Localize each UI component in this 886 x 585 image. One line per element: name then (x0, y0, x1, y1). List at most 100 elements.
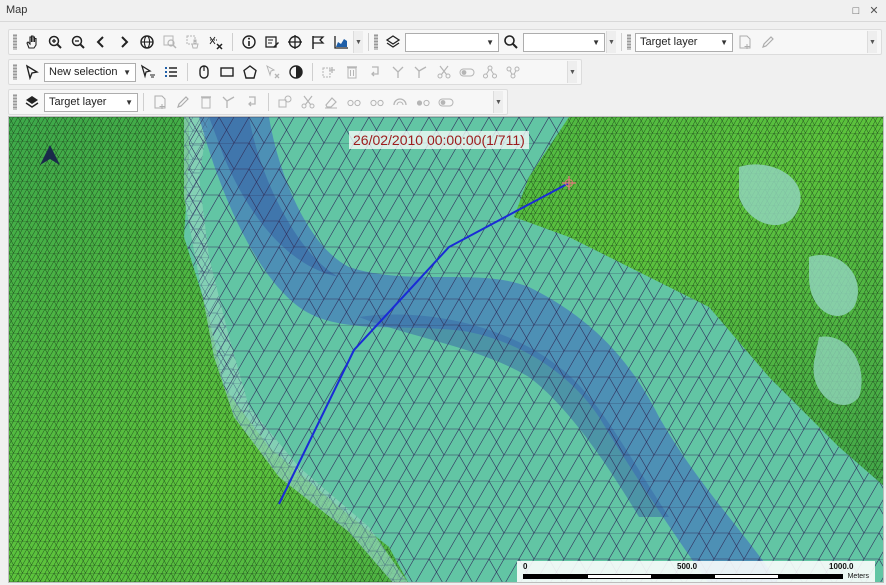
flag-icon (312, 36, 325, 49)
zoom-in-icon (48, 35, 62, 49)
toolbar-grip[interactable] (13, 34, 17, 50)
toolbar-overflow-3[interactable]: ▼ (867, 31, 877, 53)
list-icon (165, 67, 177, 77)
coordinate-button[interactable] (284, 31, 306, 53)
edit-feature-button[interactable] (757, 31, 779, 53)
toolbar-grip[interactable] (627, 34, 631, 50)
node-edit-button[interactable] (479, 61, 501, 83)
zoom-layer-icon (163, 35, 177, 49)
vertex-button-2[interactable] (366, 91, 388, 113)
cut-polygon-button[interactable] (297, 91, 319, 113)
chevron-right-icon (121, 36, 129, 48)
clear-selection-button[interactable] (205, 31, 227, 53)
zoom-selection-icon (186, 35, 199, 49)
merge-points-button[interactable] (412, 91, 434, 113)
eraser-button[interactable] (320, 91, 342, 113)
undo-edit-button[interactable] (241, 91, 263, 113)
select-features-button[interactable] (21, 61, 43, 83)
north-arrow-icon (37, 143, 63, 170)
arc-button[interactable] (389, 91, 411, 113)
reshape-button[interactable] (274, 91, 296, 113)
info-icon (242, 35, 256, 49)
search-button[interactable] (500, 31, 522, 53)
select-by-rectangle-button[interactable] (216, 61, 238, 83)
scale-label: 1000.0 (829, 562, 854, 571)
chevron-down-icon: ▼ (720, 37, 728, 47)
toolbar-overflow-2[interactable]: ▼ (606, 31, 616, 53)
toolbar-overflow-4[interactable]: ▼ (567, 61, 577, 83)
arc-icon (393, 98, 407, 106)
new-feature-button[interactable] (734, 31, 756, 53)
toggle-edit-button[interactable] (435, 91, 457, 113)
pan-button[interactable] (21, 31, 43, 53)
new-document-icon (739, 35, 751, 49)
selection-mode-select[interactable]: New selection ▼ (44, 62, 136, 82)
map-canvas[interactable]: 26/02/2010 00:00:00(1/711) 0 500.0 1000.… (8, 116, 884, 583)
undo-icon (371, 66, 379, 77)
undo-button[interactable] (364, 61, 386, 83)
zoom-in-button[interactable] (44, 31, 66, 53)
chart-button[interactable] (330, 31, 352, 53)
modify-feature-button[interactable] (172, 91, 194, 113)
edit-layer-button[interactable] (21, 91, 43, 113)
split-feature-button[interactable] (218, 91, 240, 113)
toggle-button[interactable] (456, 61, 478, 83)
polygon-icon (243, 65, 257, 79)
chevron-down-icon: ▼ (486, 37, 494, 47)
cut-button[interactable] (433, 61, 455, 83)
toolbar-grip[interactable] (13, 94, 17, 110)
node-link-button[interactable] (502, 61, 524, 83)
layer-select[interactable]: ▼ (405, 32, 499, 52)
full-extent-button[interactable] (136, 31, 158, 53)
scale-bar-segments (523, 574, 843, 579)
vertex-icon (347, 99, 361, 107)
identify-button[interactable] (238, 31, 260, 53)
toolbar-grip[interactable] (13, 64, 17, 80)
edit-form-icon (265, 36, 279, 48)
scale-label: 0 (523, 562, 528, 571)
toggle-icon (438, 98, 454, 107)
create-feature-button[interactable] (149, 91, 171, 113)
layers-icon (385, 35, 401, 48)
toolbar-overflow-1[interactable]: ▼ (353, 31, 363, 53)
rectangle-icon (220, 67, 234, 77)
previous-extent-button[interactable] (90, 31, 112, 53)
copy-features-button[interactable] (318, 61, 340, 83)
layers-button[interactable] (382, 31, 404, 53)
zoom-to-selection-button[interactable] (182, 31, 204, 53)
merge-vertex-button[interactable] (387, 61, 409, 83)
target-layer-select[interactable]: Target layer ▼ (635, 32, 733, 52)
select-by-polygon-button[interactable] (239, 61, 261, 83)
pencil-icon (762, 36, 774, 48)
select-by-point-button[interactable] (193, 61, 215, 83)
clear-selected-button[interactable] (262, 61, 284, 83)
area-chart-icon (334, 36, 348, 49)
eraser-icon (325, 97, 337, 109)
chevron-down-icon: ▼ (123, 67, 131, 77)
bookmark-button[interactable] (307, 31, 329, 53)
toggle-icon (459, 68, 475, 77)
attribute-table-button[interactable] (160, 61, 182, 83)
chevron-down-icon: ▼ (125, 97, 133, 107)
mouse-icon (199, 65, 209, 79)
split-button[interactable] (410, 61, 432, 83)
invert-selection-button[interactable] (285, 61, 307, 83)
edit-attributes-button[interactable] (261, 31, 283, 53)
crosshair-globe-icon (288, 35, 302, 49)
restore-button[interactable]: □ (848, 3, 864, 19)
zoom-out-button[interactable] (67, 31, 89, 53)
select-by-attribute-button[interactable] (137, 61, 159, 83)
remove-feature-button[interactable] (195, 91, 217, 113)
toolbar-grip[interactable] (374, 34, 378, 50)
vertex-button-1[interactable] (343, 91, 365, 113)
window-title: Map (6, 4, 28, 16)
edit-target-layer-select[interactable]: Target layer ▼ (44, 92, 138, 112)
next-extent-button[interactable] (113, 31, 135, 53)
toolbar-overflow-5[interactable]: ▼ (493, 91, 503, 113)
delete-features-button[interactable] (341, 61, 363, 83)
scissors-icon (301, 95, 315, 109)
simulation-timestamp: 26/02/2010 00:00:00(1/711) (349, 131, 529, 149)
close-button[interactable]: ✕ (866, 3, 882, 19)
search-field-select[interactable]: ▼ (523, 32, 605, 52)
zoom-to-layer-button[interactable] (159, 31, 181, 53)
